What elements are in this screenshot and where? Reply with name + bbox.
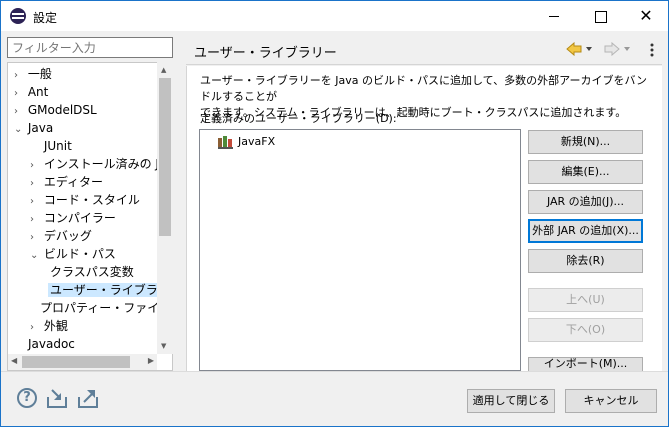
tree-item-code-style[interactable]: › コード・スタイル — [30, 191, 140, 209]
tree-horizontal-scrollbar[interactable]: ◀ ▶ — [8, 354, 157, 370]
tree-item-debug[interactable]: › デバッグ — [30, 227, 92, 245]
libraries-label: 定義済みのユーザー・ライブラリー(D): — [200, 112, 397, 125]
move-up-button[interactable]: 上へ(U) — [528, 288, 643, 312]
tree-item-classpath-variables[interactable]: クラスパス変数 — [50, 263, 134, 281]
tree-vertical-scrollbar[interactable]: ▲ ▼ — [157, 62, 173, 354]
scroll-left-icon[interactable]: ◀ — [11, 356, 17, 365]
help-icon[interactable]: ? — [17, 388, 37, 408]
scroll-thumb[interactable] — [22, 356, 130, 368]
close-button[interactable]: ✕ — [623, 1, 669, 32]
scroll-thumb[interactable] — [159, 78, 171, 236]
scroll-up-icon[interactable]: ▲ — [161, 66, 166, 74]
tree-item-junit[interactable]: JUnit — [30, 137, 72, 155]
forward-arrow-icon — [604, 42, 630, 56]
back-arrow-icon[interactable] — [566, 42, 594, 56]
tree-item-java[interactable]: ⌄ Java — [14, 119, 53, 137]
tree-item-build-path[interactable]: ⌄ ビルド・パス — [30, 245, 116, 263]
move-down-button[interactable]: 下へ(O) — [528, 318, 643, 342]
export-icon[interactable] — [77, 387, 99, 409]
title-bar: 設定 ✕ — [0, 0, 669, 31]
user-library-list[interactable]: JavaFX — [199, 129, 521, 371]
menu-dots-icon[interactable] — [649, 42, 655, 58]
remove-button[interactable]: 除去(R) — [528, 249, 643, 273]
scroll-right-icon[interactable]: ▶ — [148, 356, 154, 365]
scroll-down-icon[interactable]: ▼ — [161, 342, 166, 350]
app-icon — [10, 8, 26, 24]
apply-and-close-button[interactable]: 適用して閉じる — [467, 389, 555, 413]
maximize-button[interactable] — [577, 1, 623, 32]
tree-item-ant[interactable]: › Ant — [14, 83, 48, 101]
filter-input[interactable] — [7, 37, 173, 58]
tree-item-installed-jre[interactable]: › インストール済みの JRE — [30, 155, 172, 173]
import-icon[interactable] — [46, 387, 68, 409]
list-item[interactable]: JavaFX — [218, 134, 275, 150]
tree-item-user-libraries[interactable]: ユーザー・ライブラリー — [48, 281, 172, 299]
cancel-button[interactable]: キャンセル — [565, 389, 657, 413]
tree-item-editor[interactable]: › エディター — [30, 173, 103, 191]
tree-item-compiler[interactable]: › コンパイラー — [30, 209, 116, 227]
edit-button[interactable]: 編集(E)... — [528, 160, 643, 184]
tree-item-general[interactable]: › 一般 — [14, 65, 52, 83]
jar-library-icon — [218, 136, 233, 149]
tree-item-properties-editor[interactable]: プロパティー・ファイル・エディ — [40, 299, 172, 317]
tree-item-javadoc[interactable]: Javadoc — [28, 335, 75, 353]
page-title: ユーザー・ライブラリー — [194, 46, 337, 61]
header-divider — [186, 64, 662, 65]
preference-tree: › 一般 › Ant › GModelDSL ⌄ Java JUnit › イン… — [7, 62, 173, 371]
add-jar-button[interactable]: JAR の追加(J)... — [528, 190, 643, 214]
add-external-jar-button[interactable]: 外部 JAR の追加(X)... — [528, 219, 643, 243]
window-title: 設定 — [33, 11, 58, 25]
tree-item-appearance[interactable]: › 外観 — [30, 317, 68, 335]
tree-item-gmodeldsl[interactable]: › GModelDSL — [14, 101, 97, 119]
new-button[interactable]: 新規(N)... — [528, 130, 643, 154]
bottom-divider — [1, 371, 668, 372]
minimize-button[interactable] — [531, 1, 577, 32]
import-button[interactable]: インポート(M)... — [528, 357, 643, 371]
